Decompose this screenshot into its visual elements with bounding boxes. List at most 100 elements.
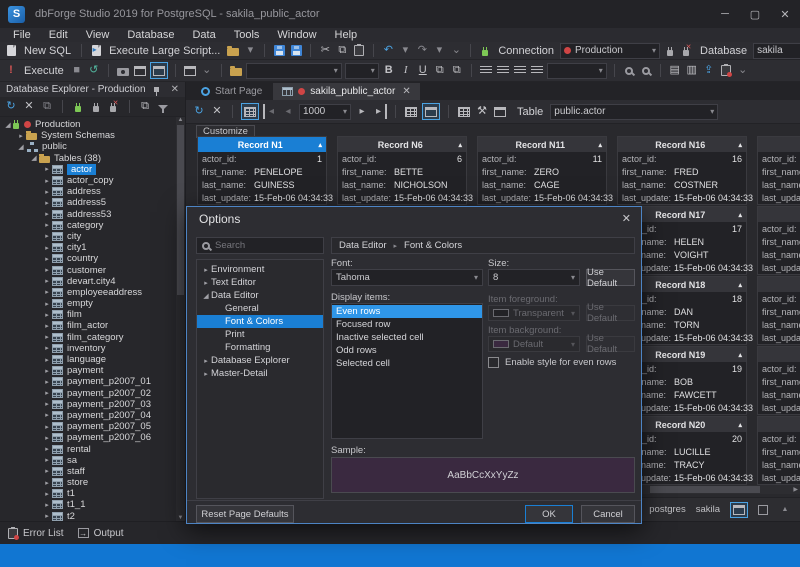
font-combo[interactable]: Tahoma ▾ xyxy=(331,269,483,286)
field-value[interactable]: TRACY xyxy=(674,460,742,470)
status-user[interactable]: postgres xyxy=(649,504,685,515)
tree-item-payment-p2007-01[interactable]: ▸payment_p2007_01 xyxy=(0,376,185,387)
output-tab[interactable]: → Output xyxy=(78,528,124,539)
pin-panel-icon[interactable] xyxy=(154,87,159,92)
field-value[interactable]: 15-Feb-06 04:34:33 xyxy=(674,263,753,273)
record-field[interactable]: actor_id: xyxy=(758,362,800,375)
tree-item-employeeaddress[interactable]: ▸employeeaddress xyxy=(0,287,185,298)
record-field[interactable]: actor_id:1 xyxy=(198,152,326,165)
field-value[interactable]: 16 xyxy=(674,154,742,164)
manage-keys-icon[interactable]: ⚒ xyxy=(475,104,489,119)
record-field[interactable]: last_update: xyxy=(758,191,800,204)
record-card-header[interactable]: ▴ xyxy=(758,207,800,222)
save-all-icon[interactable] xyxy=(289,43,303,58)
options-tree-item-text-editor[interactable]: ▸Text Editor xyxy=(197,276,323,289)
disconnect-icon[interactable]: ✕ xyxy=(107,99,121,114)
enable-even-rows-checkbox[interactable] xyxy=(488,357,499,368)
tree-item-t2[interactable]: ▸t2 xyxy=(0,511,185,521)
display-item-focused-row[interactable]: Focused row xyxy=(332,318,482,331)
expander-icon[interactable]: ◢ xyxy=(3,121,13,129)
expander-icon[interactable]: ▸ xyxy=(201,279,211,287)
tab-start-page[interactable]: Start Page xyxy=(192,83,271,100)
field-value[interactable]: BETTE xyxy=(394,167,462,177)
expander-icon[interactable]: ▸ xyxy=(42,411,52,419)
paginal-mode-toggle[interactable] xyxy=(241,103,259,120)
tree-item-address5[interactable]: ▸address5 xyxy=(0,197,185,208)
expander-icon[interactable]: ▸ xyxy=(42,177,52,185)
record-card-header[interactable]: ▴ xyxy=(758,417,800,432)
copy-object-icon[interactable]: ⧉ xyxy=(40,99,54,114)
query-history-icon[interactable]: ↺ xyxy=(87,63,101,78)
record-field[interactable]: last_update:15-Feb-06 04:34:33 xyxy=(618,191,746,204)
data-filter-icon[interactable] xyxy=(457,104,471,119)
connection-combo[interactable]: Production ▾ xyxy=(560,43,660,59)
tree-item-city1[interactable]: ▸city1 xyxy=(0,242,185,253)
data-generator-icon[interactable]: ▥ xyxy=(685,63,699,78)
tree-item-address[interactable]: ▸address xyxy=(0,186,185,197)
expander-icon[interactable]: ▸ xyxy=(42,367,52,375)
expander-icon[interactable]: ▸ xyxy=(42,434,52,442)
record-card-header[interactable]: Record N11▴ xyxy=(478,137,606,152)
tree-item-actor[interactable]: ▸actor xyxy=(0,164,185,175)
record-field[interactable]: actor_id: xyxy=(758,222,800,235)
tree-item-public[interactable]: ◢public xyxy=(0,141,185,152)
field-value[interactable]: TORN xyxy=(674,320,742,330)
tree-item-film-actor[interactable]: ▸film_actor xyxy=(0,320,185,331)
field-value[interactable]: 15-Feb-06 04:34:33 xyxy=(674,403,753,413)
status-card-view-icon[interactable] xyxy=(730,502,748,518)
tree-item-city[interactable]: ▸city xyxy=(0,231,185,242)
expander-icon[interactable]: ▸ xyxy=(42,389,52,397)
record-field[interactable]: actor_id:6 xyxy=(338,152,466,165)
toolbar-overflow-icon[interactable]: ⌄ xyxy=(736,63,750,78)
expander-icon[interactable]: ▸ xyxy=(42,479,52,487)
field-value[interactable]: COSTNER xyxy=(674,180,742,190)
field-value[interactable]: 11 xyxy=(534,154,602,164)
close-panel-icon[interactable]: ✕ xyxy=(171,84,179,95)
field-value[interactable]: 15-Feb-06 04:34:33 xyxy=(674,473,753,483)
field-value[interactable]: 15-Feb-06 04:34:33 xyxy=(534,193,613,203)
record-field[interactable]: actor_id: xyxy=(758,292,800,305)
tree-item-customer[interactable]: ▸customer xyxy=(0,264,185,275)
cancel-button[interactable]: Cancel xyxy=(581,505,635,523)
collapse-record-icon[interactable]: ▴ xyxy=(738,421,742,429)
toolbar-overflow-icon[interactable]: ⌄ xyxy=(449,43,463,58)
new-connection-icon[interactable] xyxy=(71,99,85,114)
tree-item-t1[interactable]: ▸t1 xyxy=(0,488,185,499)
explorer-scrollbar[interactable]: ▲ ▼ xyxy=(176,117,185,521)
connect-icon[interactable] xyxy=(663,43,677,58)
scroll-right-icon[interactable]: ▶ xyxy=(793,486,800,493)
tree-item-production[interactable]: ◢Production xyxy=(0,119,185,130)
field-value[interactable]: BOB xyxy=(674,377,742,387)
tree-item-staff[interactable]: ▸staff xyxy=(0,466,185,477)
layout-icon[interactable] xyxy=(183,63,197,78)
expander-icon[interactable]: ◢ xyxy=(16,143,26,151)
close-tab-icon[interactable]: ✕ xyxy=(402,86,410,97)
record-card-header[interactable]: ▴ xyxy=(758,277,800,292)
tree-item-payment-p2007-05[interactable]: ▸payment_p2007_05 xyxy=(0,421,185,432)
dialog-close-icon[interactable]: ✕ xyxy=(622,212,631,225)
menu-window[interactable]: Window xyxy=(268,28,325,42)
new-sql-button[interactable]: New SQL xyxy=(24,45,71,57)
expander-icon[interactable]: ▸ xyxy=(42,400,52,408)
collapse-record-icon[interactable]: ▴ xyxy=(318,141,322,149)
new-card-icon[interactable] xyxy=(133,63,147,78)
scrollbar-thumb[interactable] xyxy=(650,486,760,493)
expander-icon[interactable]: ▸ xyxy=(42,232,52,240)
copy-icon[interactable]: ⧉ xyxy=(335,43,349,58)
record-field[interactable]: last_update:15-Feb-06 04:34:33 xyxy=(198,191,326,204)
field-value[interactable]: 17 xyxy=(674,224,742,234)
page-size-combo[interactable]: 1000 ▾ xyxy=(299,104,351,120)
redo-dropdown-icon[interactable]: ▾ xyxy=(432,43,446,58)
field-value[interactable]: 18 xyxy=(674,294,742,304)
tree-item-t1-1[interactable]: ▸t1_1 xyxy=(0,499,185,510)
save-icon[interactable] xyxy=(272,43,286,58)
snapshot-icon[interactable] xyxy=(116,63,130,78)
expander-icon[interactable]: ▸ xyxy=(42,490,52,498)
collapse-record-icon[interactable]: ▴ xyxy=(598,141,602,149)
expander-icon[interactable]: ▸ xyxy=(16,132,26,140)
use-default-font-button[interactable]: Use Default xyxy=(586,269,635,286)
collapse-record-icon[interactable]: ▴ xyxy=(738,141,742,149)
field-value[interactable]: HELEN xyxy=(674,237,742,247)
new-record-icon[interactable] xyxy=(493,104,507,119)
record-field[interactable]: first_name:BETTE xyxy=(338,165,466,178)
